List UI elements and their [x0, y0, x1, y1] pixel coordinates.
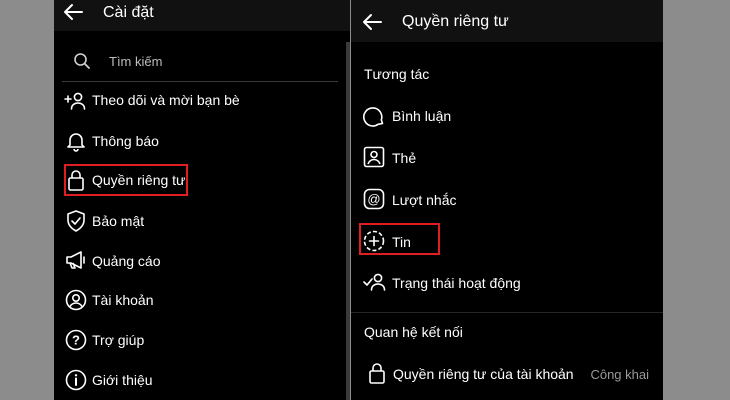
privacy-item-label: Bình luận [392, 108, 452, 124]
settings-item-label: Quảng cáo [92, 253, 161, 269]
tag-person-icon [363, 146, 385, 168]
divider [351, 312, 663, 313]
svg-text:?: ? [72, 333, 80, 348]
privacy-item-label: Trạng thái hoạt động [392, 275, 521, 291]
settings-item-follow-invite[interactable]: Theo dõi và mời bạn bè [64, 88, 334, 114]
activity-status-icon [363, 272, 387, 292]
settings-item-label: Trợ giúp [92, 332, 145, 348]
settings-item-security[interactable]: Bảo mật [64, 208, 334, 234]
search-placeholder: Tìm kiếm [109, 54, 163, 69]
at-sign-icon: @ [363, 188, 385, 210]
section-heading-connections: Quan hệ kết nối [364, 324, 463, 340]
highlight-box-story [359, 223, 440, 255]
settings-screen: Cài đặt Tìm kiếm Theo dõi và mời bạn bè … [54, 0, 350, 400]
privacy-item-comments[interactable]: Bình luận [363, 104, 653, 130]
section-heading-interactions: Tương tác [364, 66, 430, 82]
settings-item-label: Giới thiệu [92, 372, 153, 388]
settings-item-notifications[interactable]: Thông báo [64, 128, 334, 154]
settings-item-about[interactable]: Giới thiệu [64, 367, 334, 393]
search-bar[interactable]: Tìm kiếm [62, 47, 338, 82]
settings-item-label: Tài khoản [92, 292, 154, 308]
settings-item-account[interactable]: Tài khoản [64, 287, 334, 313]
settings-item-ads[interactable]: Quảng cáo [64, 247, 334, 273]
person-circle-icon [65, 289, 87, 311]
settings-item-label: Bảo mật [92, 213, 145, 229]
bell-icon [65, 130, 87, 152]
privacy-item-label: Quyền riêng tư của tài khoản [393, 366, 574, 382]
scrollbar[interactable] [346, 42, 350, 400]
privacy-item-account-privacy[interactable]: Quyền riêng tư của tài khoản Công khai [363, 360, 655, 388]
megaphone-icon [64, 249, 88, 271]
back-arrow-icon[interactable] [62, 2, 84, 22]
account-privacy-value: Công khai [590, 367, 649, 382]
privacy-item-activity-status[interactable]: Trạng thái hoạt động [363, 270, 653, 296]
svg-text:@: @ [367, 192, 380, 207]
comment-icon [363, 105, 385, 127]
question-circle-icon: ? [65, 329, 87, 351]
back-arrow-icon[interactable] [361, 12, 383, 32]
privacy-item-label: Lượt nhắc [392, 192, 457, 208]
settings-item-label: Theo dõi và mời bạn bè [92, 92, 240, 108]
privacy-item-label: Thẻ [392, 150, 417, 166]
lock-icon [367, 361, 387, 385]
add-person-icon [64, 91, 88, 111]
shield-check-icon [65, 209, 87, 233]
privacy-item-tags[interactable]: Thẻ [363, 145, 653, 171]
page-title: Quyền riêng tư [402, 13, 509, 30]
info-circle-icon [65, 369, 87, 391]
search-icon [73, 52, 91, 70]
settings-item-help[interactable]: ? Trợ giúp [64, 327, 334, 353]
highlight-box-privacy [64, 164, 188, 196]
settings-item-label: Thông báo [92, 133, 159, 149]
privacy-item-mentions[interactable]: @ Lượt nhắc [363, 187, 653, 213]
page-title: Cài đặt [103, 4, 154, 21]
privacy-screen: Quyền riêng tư Tương tác Bình luận Thẻ @… [351, 0, 663, 400]
